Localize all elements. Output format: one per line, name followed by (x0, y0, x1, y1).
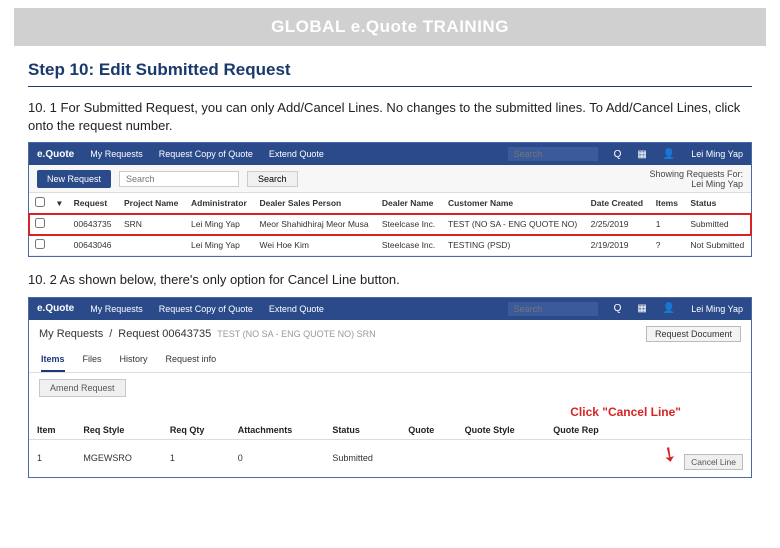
screenshot-1: e.Quote My Requests Request Copy of Quot… (28, 142, 752, 257)
row-checkbox[interactable] (35, 218, 45, 228)
new-request-button[interactable]: New Request (37, 170, 111, 188)
nav-request-copy[interactable]: Request Copy of Quote (159, 149, 253, 159)
row-checkbox[interactable] (35, 239, 45, 249)
request-document-button[interactable]: Request Document (646, 326, 741, 342)
requests-table: ▾ Request Project Name Administrator Dea… (29, 193, 751, 256)
tabs: Items Files History Request info (29, 348, 751, 373)
filter-search-button[interactable]: Search (247, 171, 298, 187)
crumb-request: Request 00643735 (118, 328, 211, 340)
step-title: Step 10: Edit Submitted Request (28, 60, 752, 87)
global-search-input[interactable] (508, 302, 598, 316)
app-topbar: e.Quote My Requests Request Copy of Quot… (29, 298, 751, 320)
table-row: 1 MGEWSRO 1 0 Submitted ➘Cancel Line (29, 439, 751, 477)
col-status: Status (324, 421, 400, 440)
tab-files[interactable]: Files (83, 348, 102, 372)
col-customer[interactable]: Customer Name (442, 193, 585, 214)
col-request[interactable]: Request (68, 193, 118, 214)
crumb-detail: TEST (NO SA - ENG QUOTE NO) SRN (217, 329, 375, 339)
amend-area: Amend Request (29, 373, 751, 403)
instruction-10-1: 10. 1 For Submitted Request, you can onl… (28, 99, 752, 134)
crumb-my-requests[interactable]: My Requests (39, 328, 103, 340)
req-style-link[interactable]: MGEWSRO (75, 439, 162, 477)
nav-request-copy[interactable]: Request Copy of Quote (159, 304, 253, 314)
col-dsp[interactable]: Dealer Sales Person (253, 193, 375, 214)
col-dealer[interactable]: Dealer Name (376, 193, 442, 214)
cancel-line-button[interactable]: Cancel Line (684, 454, 743, 470)
user-name[interactable]: Lei Ming Yap (691, 304, 743, 314)
screenshot-2: e.Quote My Requests Request Copy of Quot… (28, 297, 752, 478)
filter-search-input[interactable] (119, 171, 239, 187)
select-all-checkbox[interactable] (35, 197, 45, 207)
global-search-input[interactable] (508, 147, 598, 161)
page-header: GLOBAL e.Quote TRAINING (14, 8, 766, 46)
search-icon[interactable]: Q (614, 149, 622, 160)
nav-my-requests[interactable]: My Requests (90, 149, 143, 159)
col-status[interactable]: Status (684, 193, 751, 214)
user-name[interactable]: Lei Ming Yap (691, 149, 743, 159)
col-quote-style: Quote Style (457, 421, 546, 440)
items-table: Item Req Style Req Qty Attachments Statu… (29, 421, 751, 477)
user-icon: 👤 (663, 303, 675, 314)
col-date[interactable]: Date Created (585, 193, 650, 214)
brand-logo: e.Quote (37, 303, 74, 314)
user-icon: 👤 (663, 149, 675, 160)
tab-history[interactable]: History (120, 348, 148, 372)
app-topbar: e.Quote My Requests Request Copy of Quot… (29, 143, 751, 165)
col-project[interactable]: Project Name (118, 193, 185, 214)
search-icon[interactable]: Q (614, 303, 622, 314)
instruction-10-2: 10. 2 As shown below, there's only optio… (28, 271, 752, 289)
table-row[interactable]: 00643046 Lei Ming Yap Wei Hoe Kim Steelc… (29, 235, 751, 256)
col-admin[interactable]: Administrator (185, 193, 253, 214)
showing-label: Showing Requests For: (649, 169, 743, 179)
content-area: Step 10: Edit Submitted Request 10. 1 Fo… (0, 46, 780, 506)
col-quote-rep: Quote Rep (545, 421, 628, 440)
grid-icon[interactable]: ▦ (637, 303, 646, 314)
toolbar: New Request Search Showing Requests For:… (29, 165, 751, 193)
table-row[interactable]: 00643735 SRN Lei Ming Yap Meor Shahidhir… (29, 214, 751, 235)
brand-logo: e.Quote (37, 149, 74, 160)
col-attachments: Attachments (230, 421, 325, 440)
arrow-icon: ➘ (656, 439, 684, 469)
grid-icon[interactable]: ▦ (637, 149, 646, 160)
breadcrumb: My Requests / Request 00643735 TEST (NO … (29, 320, 751, 348)
request-link[interactable]: 00643046 (68, 235, 118, 256)
page-title: GLOBAL e.Quote TRAINING (271, 17, 509, 37)
table-header-row: ▾ Request Project Name Administrator Dea… (29, 193, 751, 214)
amend-request-button[interactable]: Amend Request (39, 379, 126, 397)
table-header-row: Item Req Style Req Qty Attachments Statu… (29, 421, 751, 440)
showing-user: Lei Ming Yap (649, 179, 743, 189)
col-reqstyle: Req Style (75, 421, 162, 440)
col-item: Item (29, 421, 75, 440)
nav-extend-quote[interactable]: Extend Quote (269, 304, 324, 314)
col-items[interactable]: Items (650, 193, 685, 214)
col-reqqty: Req Qty (162, 421, 230, 440)
col-quote: Quote (400, 421, 456, 440)
callout-text: Click "Cancel Line" (29, 403, 751, 421)
request-link[interactable]: 00643735 (68, 214, 118, 235)
nav-my-requests[interactable]: My Requests (90, 304, 143, 314)
nav-extend-quote[interactable]: Extend Quote (269, 149, 324, 159)
tab-items[interactable]: Items (41, 348, 65, 372)
tab-request-info[interactable]: Request info (166, 348, 217, 372)
